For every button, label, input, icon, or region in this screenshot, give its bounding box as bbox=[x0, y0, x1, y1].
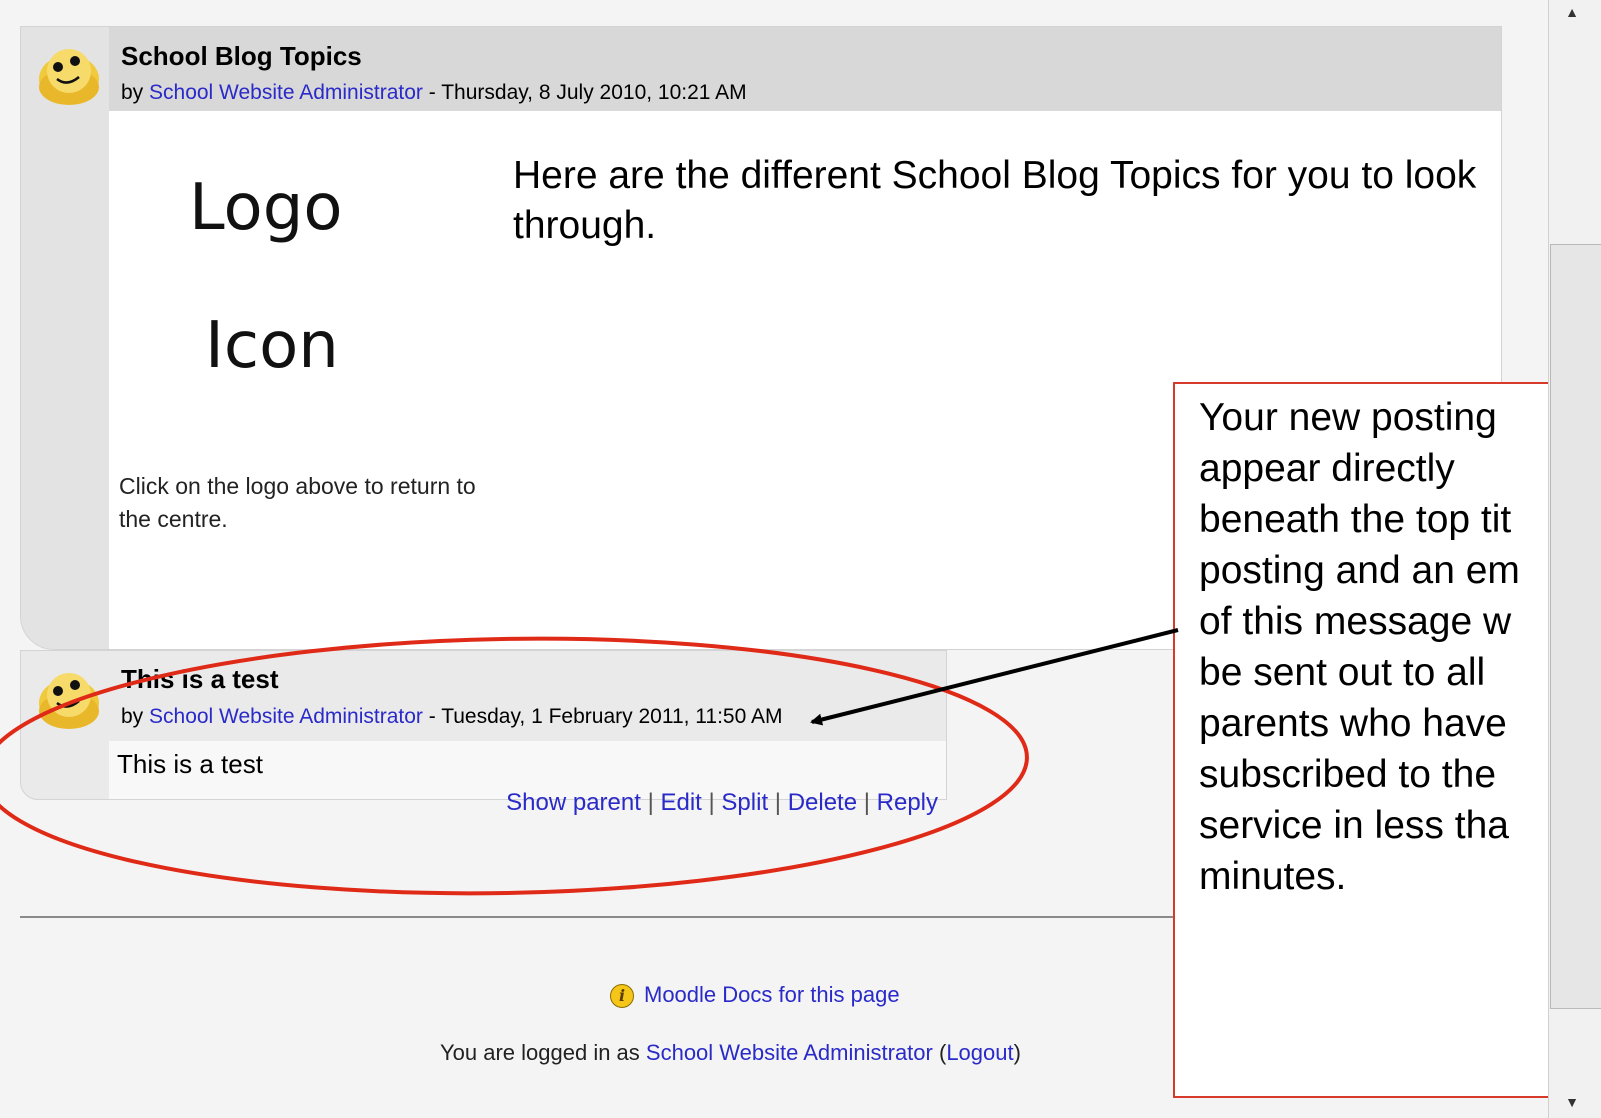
logout-link[interactable]: Logout bbox=[946, 1040, 1013, 1065]
post-message: This is a test bbox=[117, 749, 263, 779]
edit-link[interactable]: Edit bbox=[660, 789, 701, 816]
login-info: You are logged in as School Website Admi… bbox=[440, 1040, 1021, 1066]
post-title: This is a test bbox=[121, 664, 279, 694]
post-body: This is a test Show parent | Edit | Spli… bbox=[109, 741, 946, 816]
open-paren: ( bbox=[932, 1040, 947, 1065]
show-parent-link[interactable]: Show parent bbox=[506, 789, 641, 816]
smiley-avatar-icon bbox=[39, 673, 99, 729]
callout-line: beneath the top tit bbox=[1199, 498, 1512, 541]
scroll-down-arrow-icon[interactable]: ▼ bbox=[1552, 1094, 1592, 1114]
post-date: - Thursday, 8 July 2010, 10:21 AM bbox=[422, 81, 747, 104]
callout-line: appear directly bbox=[1199, 447, 1455, 490]
scroll-thumb[interactable] bbox=[1550, 244, 1601, 1009]
post-date: - Tuesday, 1 February 2011, 11:50 AM bbox=[422, 705, 783, 728]
callout-line: Your new posting bbox=[1199, 396, 1497, 439]
post-header: This is a test by School Website Adminis… bbox=[109, 651, 946, 741]
byline-by: by bbox=[121, 81, 150, 104]
footer-divider bbox=[20, 916, 1205, 918]
callout-line: minutes. bbox=[1199, 855, 1347, 898]
moodle-docs-link[interactable]: Moodle Docs for this page bbox=[644, 982, 900, 1007]
post-byline: by School Website Administrator - Tuesda… bbox=[121, 705, 782, 729]
byline-by: by bbox=[121, 705, 150, 728]
post-header: School Blog Topics by School Website Adm… bbox=[109, 27, 1501, 111]
callout-line: of this message w bbox=[1199, 600, 1512, 643]
post-commands: Show parent | Edit | Split | Delete | Re… bbox=[506, 789, 938, 817]
forum-post-this-is-a-test: This is a test by School Website Adminis… bbox=[20, 650, 947, 816]
post-byline: by School Website Administrator - Thursd… bbox=[121, 81, 747, 105]
delete-link[interactable]: Delete bbox=[788, 789, 857, 816]
logo-text-line1: Logo bbox=[189, 171, 343, 245]
callout-line: service in less tha bbox=[1199, 804, 1509, 847]
avatar[interactable] bbox=[35, 41, 103, 109]
post-message: Here are the different School Blog Topic… bbox=[513, 154, 1477, 247]
info-icon: i bbox=[610, 984, 634, 1009]
author-link[interactable]: School Website Administrator bbox=[149, 81, 423, 104]
callout-line: subscribed to the bbox=[1199, 753, 1497, 796]
annotation-callout: Your new posting appear directly beneath… bbox=[1173, 382, 1601, 1098]
scroll-up-arrow-icon[interactable]: ▲ bbox=[1552, 4, 1592, 24]
logo-caption: Click on the logo above to return to the… bbox=[119, 473, 476, 532]
split-link[interactable]: Split bbox=[721, 789, 768, 816]
user-profile-link[interactable]: School Website Administrator bbox=[646, 1040, 933, 1065]
reply-link[interactable]: Reply bbox=[877, 789, 938, 816]
logged-in-prefix: You are logged in as bbox=[440, 1040, 646, 1065]
command-separator: | bbox=[857, 789, 877, 816]
callout-line: be sent out to all bbox=[1199, 651, 1486, 694]
logo-text-line2: Icon bbox=[205, 309, 339, 383]
avatar[interactable] bbox=[35, 665, 103, 733]
callout-line: posting and an em bbox=[1199, 549, 1520, 592]
command-separator: | bbox=[640, 789, 661, 816]
command-separator: | bbox=[701, 789, 722, 816]
callout-line: parents who have bbox=[1199, 702, 1507, 745]
post-title: School Blog Topics bbox=[121, 41, 362, 71]
smiley-avatar-icon bbox=[39, 49, 99, 105]
author-link[interactable]: School Website Administrator bbox=[149, 705, 423, 728]
moodle-docs: i Moodle Docs for this page bbox=[610, 982, 900, 1009]
command-separator: | bbox=[768, 789, 788, 816]
close-paren: ) bbox=[1013, 1040, 1021, 1065]
